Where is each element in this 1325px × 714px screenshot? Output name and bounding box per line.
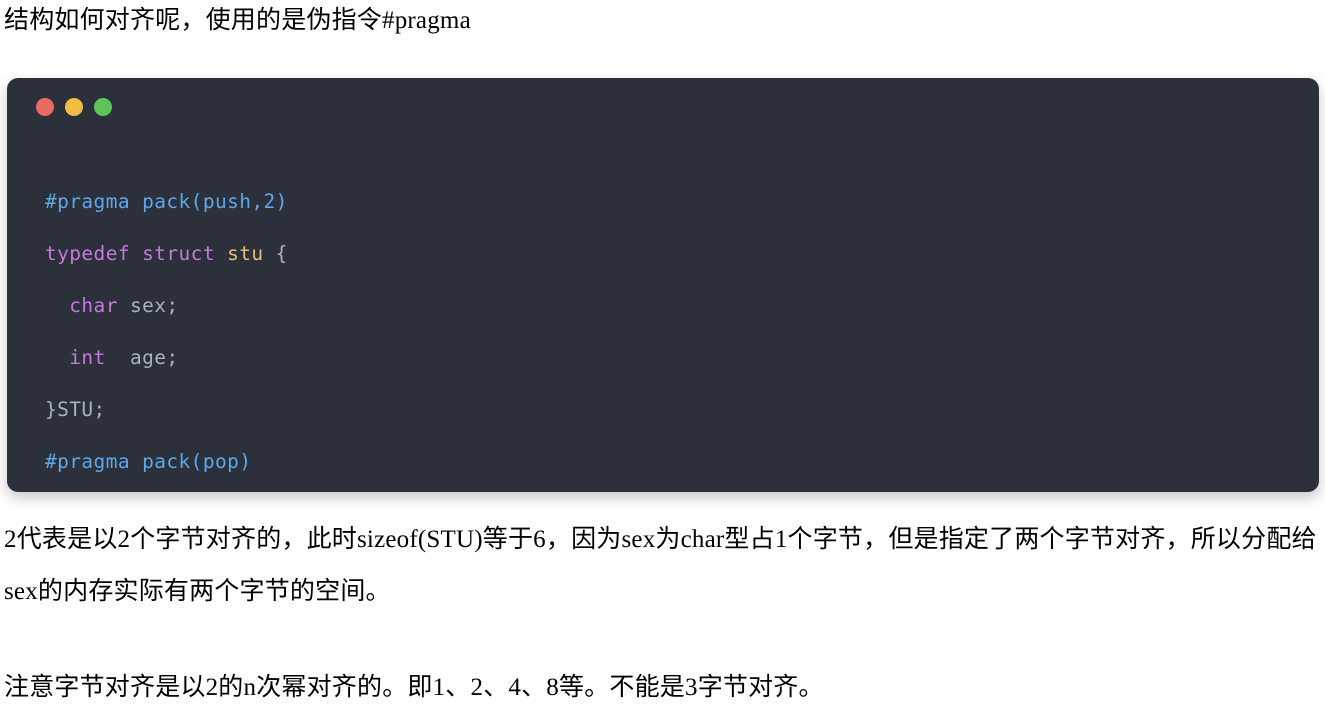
code-line: int age; (45, 332, 1319, 384)
minimize-dot-icon[interactable] (65, 98, 83, 116)
code-line: char sex; (45, 280, 1319, 332)
code-token: #pragma pack(push,2) (45, 190, 288, 213)
article-page: 结构如何对齐呢，使用的是伪指令#pragma #pragma pack(push… (0, 0, 1325, 711)
paragraph-note: 注意字节对齐是以2的n次幂对齐的。即1、2、4、8等。不能是3字节对齐。 (4, 674, 824, 701)
code-token: typedef struct (45, 242, 228, 265)
code-token: }STU; (45, 398, 106, 421)
code-token: sex; (117, 294, 179, 317)
code-token: stu (227, 242, 276, 265)
intro-heading: 结构如何对齐呢，使用的是伪指令#pragma (4, 7, 471, 34)
code-window-titlebar (7, 78, 1319, 136)
maximize-dot-icon[interactable] (94, 98, 112, 116)
paragraph-explanation: 2代表是以2个字节对齐的，此时sizeof(STU)等于6，因为sex为char… (4, 526, 1317, 605)
code-line: #pragma pack(push,2) (45, 176, 1319, 228)
code-content[interactable]: #pragma pack(push,2) typedef struct stu {… (7, 136, 1319, 492)
code-token: age; (105, 346, 179, 369)
code-line: #pragma pack(pop) (45, 436, 1319, 488)
code-token: int (69, 346, 106, 369)
code-line: typedef struct stu { (45, 228, 1319, 280)
code-token: #pragma pack(pop) (45, 450, 252, 473)
code-block-card: #pragma pack(push,2) typedef struct stu {… (7, 78, 1319, 492)
code-line: }STU; (45, 384, 1319, 436)
close-dot-icon[interactable] (36, 98, 54, 116)
code-token: char (69, 294, 118, 317)
code-token: { (275, 242, 288, 265)
